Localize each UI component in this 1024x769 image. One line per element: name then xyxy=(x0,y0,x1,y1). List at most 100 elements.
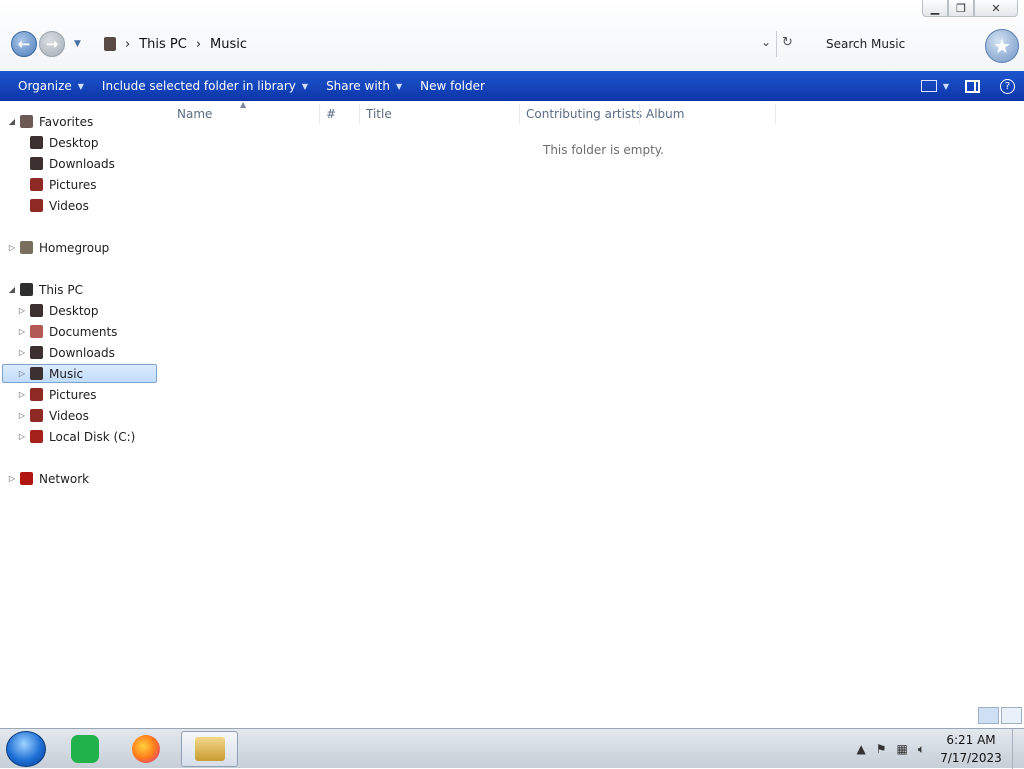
star-icon[interactable]: ★ xyxy=(985,29,1019,63)
taskbar-notes-app[interactable] xyxy=(60,731,110,767)
taskbar-file-explorer[interactable] xyxy=(181,731,238,767)
breadcrumb-music[interactable]: Music xyxy=(210,37,247,52)
restore-button[interactable]: ❐ xyxy=(948,0,974,17)
new-folder-button[interactable]: New folder xyxy=(411,71,494,101)
tree-label: Network xyxy=(39,471,90,486)
change-view-icon[interactable] xyxy=(920,80,937,92)
music-icon xyxy=(30,367,43,380)
column-number[interactable]: # xyxy=(326,107,336,121)
share-label: Share with xyxy=(326,79,390,93)
view-options-dropdown[interactable]: ▼ xyxy=(943,82,949,91)
include-in-library-button[interactable]: Include selected folder in library ▼ xyxy=(93,71,317,101)
desktop-icon xyxy=(30,304,43,317)
system-tray: ▲ ⚑ ▦ 🔈︎ 6:21 AM 7/17/2023 xyxy=(851,729,1024,769)
expanded-arrow-icon[interactable]: ◢ xyxy=(7,285,17,294)
help-icon[interactable]: ? xyxy=(1000,78,1015,94)
column-divider[interactable] xyxy=(639,104,640,124)
column-divider[interactable] xyxy=(519,104,520,124)
recent-locations-dropdown[interactable]: ▼ xyxy=(74,39,81,49)
search-input[interactable]: Search Music xyxy=(818,31,978,57)
clock-date: 7/17/2023 xyxy=(940,751,1002,765)
commandbar-right: ▼ ? xyxy=(915,71,1024,101)
tree-favorites-videos[interactable]: Videos xyxy=(27,196,89,215)
column-divider[interactable] xyxy=(319,104,320,124)
tree-network[interactable]: ▷ Network xyxy=(7,469,89,488)
disk-icon xyxy=(30,430,43,443)
taskbar-firefox[interactable] xyxy=(121,731,171,767)
address-bar[interactable]: › This PC › Music xyxy=(100,31,778,57)
network-status-icon[interactable]: ▦ xyxy=(896,742,907,756)
forward-button[interactable]: → xyxy=(39,31,65,57)
minimize-button[interactable]: ▁ xyxy=(922,0,948,17)
file-explorer-icon xyxy=(194,737,225,761)
share-with-button[interactable]: Share with ▼ xyxy=(317,71,411,101)
collapsed-arrow-icon[interactable]: ▷ xyxy=(17,411,27,420)
tree-pc-videos[interactable]: ▷ Videos xyxy=(17,406,89,425)
collapsed-arrow-icon[interactable]: ▷ xyxy=(7,243,17,252)
tree-this-pc[interactable]: ◢ This PC xyxy=(7,280,83,299)
column-header: ▲ Name # Title Contributing artists Albu… xyxy=(160,100,780,126)
column-album[interactable]: Album xyxy=(646,107,684,121)
refresh-icon[interactable]: ↻ xyxy=(782,35,793,50)
new-folder-label: New folder xyxy=(420,79,485,93)
taskbar: ▲ ⚑ ▦ 🔈︎ 6:21 AM 7/17/2023 xyxy=(0,728,1024,769)
column-name[interactable]: Name xyxy=(177,107,212,121)
tree-label: Documents xyxy=(49,324,118,339)
tree-pc-downloads[interactable]: ▷ Downloads xyxy=(17,343,115,362)
collapsed-arrow-icon[interactable]: ▷ xyxy=(17,327,27,336)
breadcrumb-this-pc[interactable]: This PC xyxy=(139,37,187,52)
column-divider[interactable] xyxy=(775,104,776,124)
collapsed-arrow-icon[interactable]: ▷ xyxy=(17,348,27,357)
tree-label: Downloads xyxy=(49,156,115,171)
clock[interactable]: 6:21 AM 7/17/2023 xyxy=(930,731,1012,767)
arrow-right-icon: → xyxy=(45,35,59,53)
tree-favorites-desktop[interactable]: Desktop xyxy=(27,133,99,152)
column-divider[interactable] xyxy=(359,104,360,124)
collapsed-arrow-icon[interactable]: ▷ xyxy=(17,306,27,315)
close-button[interactable]: ✕ xyxy=(974,0,1018,17)
show-desktop-button[interactable] xyxy=(1012,729,1024,769)
sort-up-icon: ▲ xyxy=(240,100,247,109)
show-hidden-icons-icon[interactable]: ▲ xyxy=(856,742,865,756)
chevron-right-icon[interactable]: › xyxy=(196,37,201,52)
tree-favorites[interactable]: ◢ Favorites xyxy=(7,112,93,131)
address-dropdown-icon[interactable]: ⌄ xyxy=(761,35,771,49)
collapsed-arrow-icon[interactable]: ▷ xyxy=(17,432,27,441)
tree-favorites-downloads[interactable]: Downloads xyxy=(27,154,115,173)
details-view-icon[interactable] xyxy=(978,707,999,724)
expanded-arrow-icon[interactable]: ◢ xyxy=(7,117,17,126)
column-contributing-artists[interactable]: Contributing artists xyxy=(526,107,642,121)
music-folder-icon xyxy=(104,37,116,51)
network-icon xyxy=(20,472,33,485)
collapsed-arrow-icon[interactable]: ▷ xyxy=(7,474,17,483)
column-title[interactable]: Title xyxy=(366,107,392,121)
collapsed-arrow-icon[interactable]: ▷ xyxy=(17,390,27,399)
firefox-icon xyxy=(132,735,160,763)
desktop-icon xyxy=(30,136,43,149)
tree-pc-pictures[interactable]: ▷ Pictures xyxy=(17,385,97,404)
tree-homegroup[interactable]: ▷ Homegroup xyxy=(7,238,109,257)
caption-buttons: ▁ ❐ ✕ xyxy=(922,0,1018,17)
navigation-pane: ◢ Favorites Desktop Downloads Pictures V… xyxy=(0,102,160,728)
downloads-icon xyxy=(30,346,43,359)
large-icons-view-icon[interactable] xyxy=(1001,707,1022,724)
tree-pc-desktop[interactable]: ▷ Desktop xyxy=(17,301,99,320)
preview-pane-icon[interactable] xyxy=(965,79,980,93)
collapsed-arrow-icon[interactable]: ▷ xyxy=(17,369,27,378)
action-center-flag-icon[interactable]: ⚑ xyxy=(876,742,887,756)
documents-icon xyxy=(30,325,43,338)
back-button[interactable]: ← xyxy=(11,31,37,57)
tree-pc-music[interactable]: ▷ Music xyxy=(2,364,157,383)
volume-icon[interactable]: 🔈︎ xyxy=(918,742,925,757)
tree-label: Downloads xyxy=(49,345,115,360)
tree-label: Homegroup xyxy=(39,240,110,255)
start-button[interactable] xyxy=(6,731,46,767)
tree-favorites-pictures[interactable]: Pictures xyxy=(27,175,97,194)
computer-icon xyxy=(20,283,33,296)
organize-button[interactable]: Organize ▼ xyxy=(9,71,93,101)
tree-pc-documents[interactable]: ▷ Documents xyxy=(17,322,118,341)
chevron-right-icon[interactable]: › xyxy=(125,37,130,52)
tree-label: Pictures xyxy=(49,387,97,402)
arrow-left-icon: ← xyxy=(17,35,31,53)
tree-pc-local-disk[interactable]: ▷ Local Disk (C:) xyxy=(17,427,135,446)
